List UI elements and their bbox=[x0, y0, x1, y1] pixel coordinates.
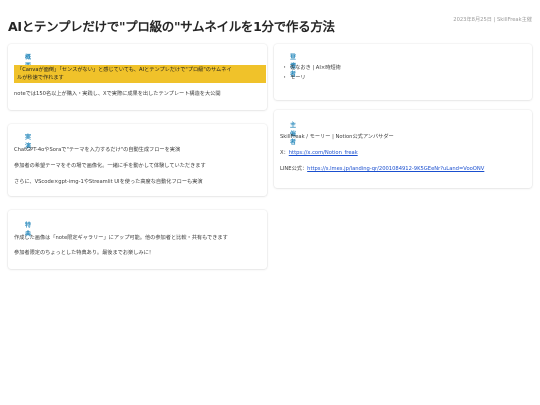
bullet-icon: ・ bbox=[282, 65, 288, 71]
event-meta: 2023年8月25日 | SkillFreak主催 bbox=[453, 17, 532, 23]
bullet-icon: ・ bbox=[282, 75, 288, 81]
benefit-item-2: 参加者限定のちょっとした特典あり。最後までお楽しみに！ bbox=[14, 250, 154, 256]
host-x-link[interactable]: https://x.com/Notion_freak bbox=[289, 150, 358, 156]
speaker-name-1: 佐なおき | AI×時短術 bbox=[290, 65, 341, 71]
highlight-line-1: 「Canvaが面倒」「センスがない」と感じていても、AIとテンプレだけで"プロ級… bbox=[17, 66, 232, 73]
highlight-line-2: ルが秒速で作れます bbox=[17, 75, 64, 81]
speaker-item-2: ・モーリ bbox=[282, 75, 306, 82]
overview-note: noteでは150名以上が購入・実践し、Xで実際に成果を出したテンプレート構造を… bbox=[14, 91, 221, 97]
host-card: 主催者 SkillFreak / モーリー | Notion公式アンバサダー X… bbox=[274, 110, 532, 188]
speaker-card: 登壇者 ・佐なおき | AI×時短術 ・モーリ bbox=[274, 44, 532, 100]
host-line-link[interactable]: https://s.lmes.jp/landing-qr/2001084912-… bbox=[307, 166, 484, 172]
speaker-name-2: モーリ bbox=[290, 75, 306, 81]
demo-item-1: ChatGPT-4oやSoraで"テーマを入力するだけ"の自動生成フローを実演 bbox=[14, 147, 181, 153]
overview-highlight: 「Canvaが面倒」「センスがない」と感じていても、AIとテンプレだけで"プロ級… bbox=[14, 65, 266, 83]
benefit-card: 特典 作成した画像は「note限定ギャラリー」にアップ可能。他の参加者と比較・共… bbox=[8, 210, 267, 269]
page-title: AIとテンプレだけで"プロ級の"サムネイルを1分で作る方法 bbox=[8, 19, 335, 34]
host-name: SkillFreak / モーリー | Notion公式アンバサダー bbox=[280, 134, 394, 140]
demo-card: 実演 ChatGPT-4oやSoraで"テーマを入力するだけ"の自動生成フローを… bbox=[8, 124, 267, 196]
demo-item-3: さらに、VScode×gpt-img-1やStreamlit UIを使った高度な… bbox=[14, 179, 203, 185]
demo-item-2: 参加者の希望テーマをその場で画像化。一緒に手を動かして体験していただきます bbox=[14, 163, 206, 169]
speaker-item-1: ・佐なおき | AI×時短術 bbox=[282, 65, 341, 72]
host-x-label: X： bbox=[280, 150, 289, 156]
benefit-item-1: 作成した画像は「note限定ギャラリー」にアップ可能。他の参加者と比較・共有もで… bbox=[14, 235, 228, 241]
overview-card: 概要 「Canvaが面倒」「センスがない」と感じていても、AIとテンプレだけで"… bbox=[8, 44, 267, 110]
host-line-row: LINE公式：https://s.lmes.jp/landing-qr/2001… bbox=[280, 166, 484, 173]
host-x-row: X：https://x.com/Notion_freak bbox=[280, 150, 358, 157]
host-line-label: LINE公式： bbox=[280, 166, 308, 172]
